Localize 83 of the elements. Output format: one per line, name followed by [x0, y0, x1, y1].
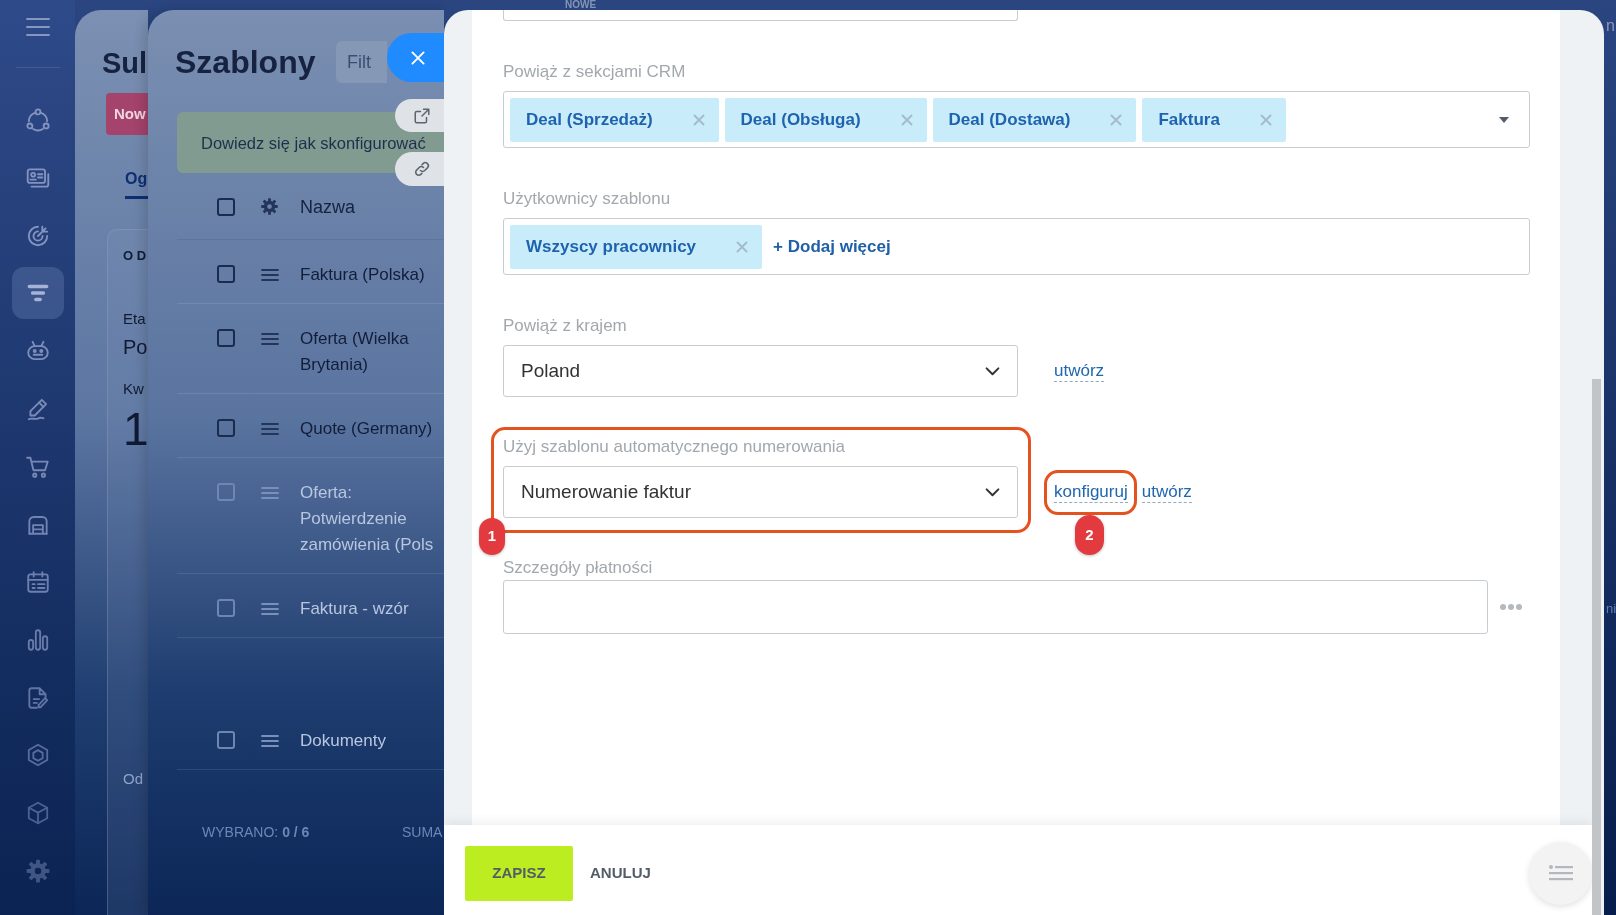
link[interactable]: utwórz	[1054, 360, 1105, 382]
new-button[interactable]: Now	[106, 93, 148, 135]
cancel-button[interactable]: ANULUJ	[590, 861, 651, 885]
save-button[interactable]: ZAPISZ	[465, 845, 573, 901]
drag-handle-icon[interactable]	[261, 603, 279, 615]
link[interactable]: konfiguruj	[1054, 481, 1128, 503]
drag-handle-icon[interactable]	[261, 487, 279, 499]
tag-field[interactable]: Deal (Sprzedaż) Deal (Obsługa) Deal (Dostawa) Faktura	[503, 91, 1530, 148]
open-window-button[interactable]	[395, 99, 444, 132]
close-button[interactable]	[387, 33, 444, 82]
drag-handle-icon[interactable]	[261, 333, 279, 345]
more-icon[interactable]	[1500, 604, 1522, 610]
circle-nodes-icon	[24, 107, 51, 133]
drag-handle-icon[interactable]	[261, 735, 279, 747]
table-cell-text: Quote (Germany)	[300, 418, 434, 440]
field-value: Po	[123, 335, 148, 359]
field-label: Użytkownicy szablonu	[503, 189, 672, 209]
field-label: Szczegóły płatności	[503, 558, 654, 578]
drag-handle-icon[interactable]	[261, 423, 279, 435]
checkbox[interactable]	[217, 265, 235, 283]
table-cell-text: Faktura - wzór	[300, 598, 410, 620]
card-title: O D	[123, 247, 147, 265]
add-more-link[interactable]: + Dodaj więcej	[773, 233, 891, 260]
menu-icon[interactable]	[24, 17, 51, 37]
list-button[interactable]	[1529, 841, 1592, 905]
close-icon[interactable]	[1110, 113, 1123, 126]
field-label: Użyj szablonu automatycznego numerowania	[503, 437, 847, 457]
textarea-field[interactable]	[503, 580, 1488, 634]
gear-icon[interactable]	[260, 197, 279, 216]
close-icon[interactable]	[736, 240, 749, 253]
panel-title: Szablony	[175, 43, 316, 81]
selection-count: WYBRANO: 0 / 6	[202, 823, 311, 842]
panel-title: Sul	[102, 46, 148, 80]
field-label: Eta	[123, 310, 146, 328]
checkbox[interactable]	[217, 599, 235, 617]
background-text: ni	[1606, 600, 1616, 618]
close-icon	[409, 49, 426, 66]
external-link-icon	[412, 106, 431, 125]
amount-value: 1	[123, 403, 148, 455]
close-icon[interactable]	[900, 113, 913, 126]
checkbox[interactable]	[217, 329, 235, 347]
field-label: Powiąż z krajem	[503, 316, 628, 336]
tag[interactable]: Faktura	[1142, 97, 1286, 142]
background-text: NOWE	[565, 0, 597, 10]
step-badge: 1	[479, 518, 505, 555]
filter-field[interactable]: Filt	[336, 41, 387, 83]
sum-label: SUMA	[402, 823, 443, 842]
checkbox[interactable]	[217, 197, 235, 216]
select-field[interactable]: Poland	[503, 345, 1018, 397]
tag[interactable]: Deal (Dostawa)	[932, 97, 1137, 142]
copy-link-button[interactable]	[395, 152, 444, 186]
table-cell-text: Faktura (Polska)	[300, 264, 426, 286]
table-cell-text: Dokumenty	[300, 730, 387, 752]
close-icon[interactable]	[1259, 113, 1272, 126]
close-icon[interactable]	[692, 113, 705, 126]
caret-down-icon[interactable]	[1499, 116, 1509, 123]
calendar-icon	[24, 569, 51, 595]
background-text: n	[1606, 16, 1615, 36]
step-badge: 2	[1075, 515, 1104, 555]
field-label: Kw	[123, 380, 144, 398]
checkbox[interactable]	[217, 483, 235, 501]
tag[interactable]: Deal (Sprzedaż)	[510, 97, 719, 142]
list-icon	[1548, 865, 1573, 881]
input-field[interactable]	[503, 10, 1018, 21]
tag-field[interactable]: Wszyscy pracownicy + Dodaj więcej	[503, 218, 1530, 275]
tag[interactable]: Wszyscy pracownicy	[510, 224, 763, 269]
link[interactable]: utwórz	[1141, 481, 1192, 503]
link-icon	[412, 160, 431, 178]
chevron-down-icon	[985, 366, 1000, 376]
checkbox[interactable]	[217, 419, 235, 437]
table-cell-text: Oferta (Wielka Brytania)	[300, 328, 410, 376]
tag[interactable]: Deal (Obsługa)	[724, 97, 927, 142]
table-cell-text: Oferta: Potwierdzenie zamówienia (Pols	[300, 482, 435, 556]
column-header: Nazwa	[300, 195, 356, 218]
sidebar-item[interactable]	[11, 267, 64, 320]
field-label: Powiąż z sekcjami CRM	[503, 62, 687, 82]
drag-handle-icon[interactable]	[261, 269, 279, 281]
chevron-down-icon	[985, 487, 1000, 497]
gear-icon	[24, 857, 51, 884]
select-field[interactable]: Numerowanie faktur	[503, 466, 1018, 518]
scrollbar-thumb[interactable]	[1592, 379, 1601, 915]
checkbox[interactable]	[217, 731, 235, 749]
field-label: Od	[123, 770, 143, 788]
